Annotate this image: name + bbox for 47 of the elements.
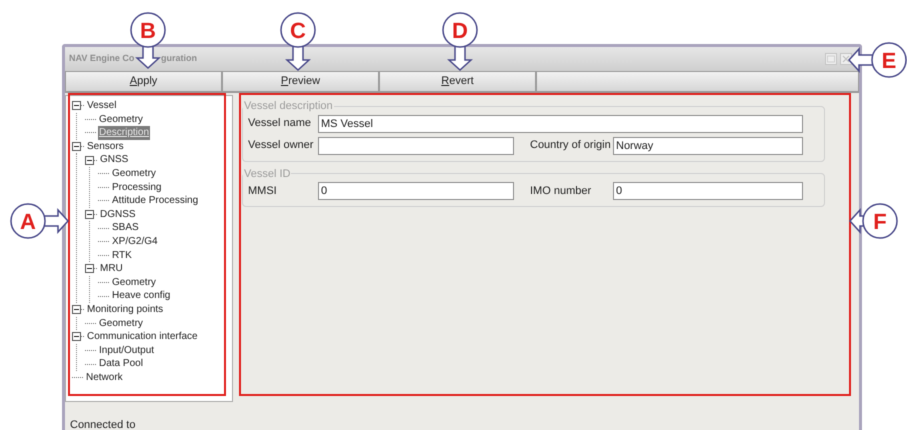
- group-title: Vessel ID: [243, 166, 292, 182]
- tree-item[interactable]: Description: [98, 126, 150, 140]
- tree-item[interactable]: Geometry: [111, 166, 157, 181]
- toolbar-button[interactable]: Apply: [65, 71, 222, 92]
- tree-item[interactable]: Data Pool: [98, 357, 144, 371]
- close-icon[interactable]: [839, 52, 853, 66]
- tree-item[interactable]: Communication interface: [86, 330, 199, 344]
- field-label: Vessel name: [248, 116, 312, 132]
- tree-item[interactable]: MRU: [99, 262, 124, 276]
- field-label: Country of origin: [530, 138, 612, 154]
- tree-item[interactable]: Geometry: [98, 316, 144, 330]
- window-title: NAV Engine Co: [69, 52, 136, 66]
- toolbar-button[interactable]: Revert: [379, 71, 536, 92]
- toolbar-button[interactable]: Preview: [222, 71, 379, 92]
- collapse-icon[interactable]: [72, 305, 85, 314]
- tree-item[interactable]: GNSS: [99, 153, 130, 167]
- text-field[interactable]: MS Vessel: [318, 114, 803, 132]
- tree-item[interactable]: Input/Output: [98, 344, 156, 358]
- tree-item[interactable]: Processing: [111, 180, 162, 194]
- tree-item[interactable]: Geometry: [98, 112, 144, 126]
- group-title: Vessel description: [243, 99, 334, 114]
- tree-item[interactable]: Geometry: [111, 276, 157, 290]
- field-label: Vessel owner: [248, 138, 314, 154]
- tree-item[interactable]: Attitude Processing: [111, 194, 200, 208]
- collapse-icon[interactable]: [85, 156, 98, 165]
- tree-item[interactable]: Vessel: [86, 99, 118, 113]
- text-field[interactable]: 0: [318, 182, 514, 200]
- collapse-icon[interactable]: [72, 101, 85, 110]
- collapse-icon[interactable]: [85, 264, 98, 274]
- collapse-icon[interactable]: [72, 142, 85, 152]
- tree-item[interactable]: DGNSS: [99, 208, 137, 222]
- tree-item[interactable]: XP/G2/G4: [111, 234, 159, 249]
- text-field[interactable]: 0: [613, 182, 803, 200]
- collapse-icon[interactable]: [72, 332, 85, 342]
- tree-item[interactable]: RTK: [111, 248, 133, 262]
- tree-item[interactable]: SBAS: [111, 221, 140, 235]
- field-label: IMO number: [530, 184, 592, 199]
- text-field[interactable]: [318, 136, 514, 154]
- collapse-icon[interactable]: [85, 210, 98, 220]
- tree-item[interactable]: Network: [85, 370, 124, 384]
- window-title: guration: [161, 52, 197, 66]
- status-text: Connected to: [70, 419, 136, 430]
- text-field[interactable]: Norway: [613, 136, 803, 154]
- tree-item[interactable]: Sensors: [86, 140, 125, 154]
- tree-item[interactable]: Heave config: [111, 289, 172, 303]
- tree-item[interactable]: Monitoring points: [86, 302, 164, 316]
- field-label: MMSI: [248, 184, 278, 199]
